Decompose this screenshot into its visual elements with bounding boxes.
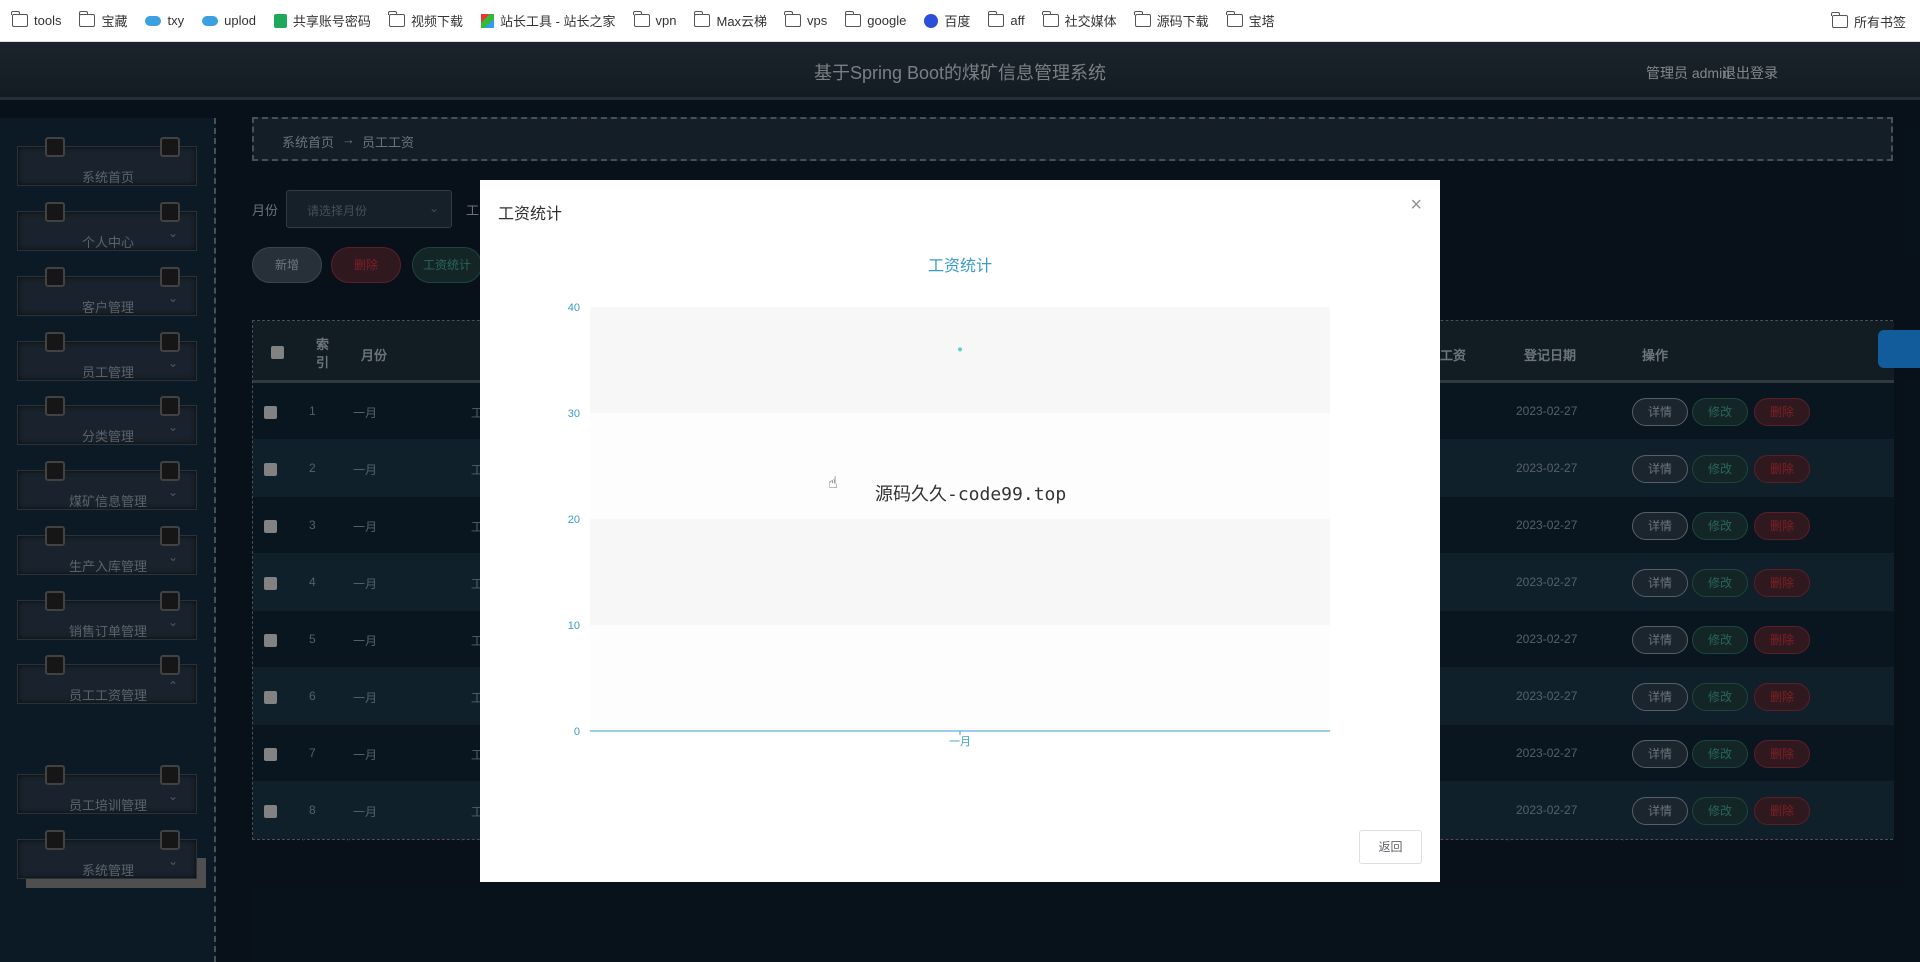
grid-band xyxy=(590,307,1330,413)
x-tick-label: 一月 xyxy=(949,736,971,748)
bookmark-label: 共享账号密码 xyxy=(292,14,371,29)
pointer-cursor-icon: ☝ xyxy=(828,475,838,492)
bookmark-label: 宝藏 xyxy=(101,14,128,29)
bookmark-label: 宝塔 xyxy=(1248,14,1275,29)
folder-icon xyxy=(11,11,28,27)
bookmark-item[interactable]: uplod xyxy=(202,13,256,28)
y-tick-label: 10 xyxy=(568,620,580,632)
bookmark-item[interactable]: Max云梯 xyxy=(693,11,768,30)
cloud-icon xyxy=(202,15,219,26)
bookmark-item[interactable]: 宝塔 xyxy=(1225,11,1275,30)
y-tick-label: 30 xyxy=(568,408,580,420)
folder-icon xyxy=(1831,11,1848,28)
bookmark-label: uplod xyxy=(224,13,256,28)
bookmark-label: tools xyxy=(34,13,62,28)
bookmark-label: 站长工具 - 站长之家 xyxy=(499,14,616,29)
chart-title: 工资统计 xyxy=(928,257,992,275)
y-tick-label: 20 xyxy=(568,514,580,526)
bookmark-item[interactable]: 百度 xyxy=(924,11,970,30)
bookmark-label: txy xyxy=(167,13,185,28)
all-bookmarks-label: 所有书签 xyxy=(1853,14,1906,30)
bookmark-label: google xyxy=(867,13,907,28)
bookmark-label: 源码下载 xyxy=(1156,14,1209,29)
bookmark-label: 百度 xyxy=(944,14,971,29)
folder-icon xyxy=(784,11,802,27)
grid-band xyxy=(590,625,1330,731)
bookmark-item[interactable]: vpn xyxy=(632,11,677,28)
bookmark-label: vpn xyxy=(655,13,677,28)
bookmark-item[interactable]: 共享账号密码 xyxy=(273,11,371,30)
folder-icon xyxy=(632,11,650,27)
bookmark-item[interactable]: 源码下载 xyxy=(1133,11,1209,30)
folder-icon xyxy=(388,11,405,27)
baidu-icon xyxy=(924,13,939,28)
tool-icon xyxy=(480,13,494,28)
bookmark-label: 视频下载 xyxy=(410,14,463,29)
bookmark-item[interactable]: aff xyxy=(987,11,1025,28)
bookmark-item[interactable]: 站长工具 - 站长之家 xyxy=(480,11,616,30)
bookmarks-bar: tools 宝藏 txy uplod 共享账号密码 视频下载 站长工具 - 站长之家 vpn M… xyxy=(0,0,1920,42)
bookmark-item[interactable]: 社交媒体 xyxy=(1041,11,1117,30)
folder-icon xyxy=(844,11,862,27)
folder-icon xyxy=(1133,11,1151,27)
bookmark-label: vps xyxy=(807,13,828,28)
y-tick-label: 40 xyxy=(568,302,580,314)
bookmark-item[interactable]: txy xyxy=(145,13,184,28)
back-button[interactable]: 返回 xyxy=(1359,830,1422,864)
bookmark-item[interactable]: google xyxy=(844,11,907,28)
grid-band xyxy=(590,519,1330,625)
watermark-text: 源码久久-code99.top xyxy=(875,484,1067,505)
folder-icon xyxy=(1225,11,1243,27)
bookmark-item[interactable]: tools xyxy=(11,11,62,28)
bookmark-item[interactable]: 视频下载 xyxy=(388,11,463,30)
bookmark-label: Max云梯 xyxy=(716,14,768,29)
folder-icon xyxy=(987,11,1005,27)
folder-icon xyxy=(78,11,96,27)
bookmark-label: aff xyxy=(1010,13,1025,28)
all-bookmarks[interactable]: 所有书签 xyxy=(1831,0,1906,42)
salary-stat-dialog: 工资统计 × 工资统计 0 10 20 30 40 一月 源码久久-code99.top ☝… xyxy=(480,180,1440,882)
cloud-icon xyxy=(145,15,162,26)
folder-icon xyxy=(693,11,711,27)
bookmark-item[interactable]: 宝藏 xyxy=(78,11,128,30)
data-point xyxy=(958,347,962,352)
bookmark-item[interactable]: vps xyxy=(784,11,828,28)
y-tick-label: 0 xyxy=(574,726,580,738)
folder-icon xyxy=(1041,11,1059,27)
green-icon xyxy=(273,13,287,28)
bookmark-label: 社交媒体 xyxy=(1064,14,1117,29)
